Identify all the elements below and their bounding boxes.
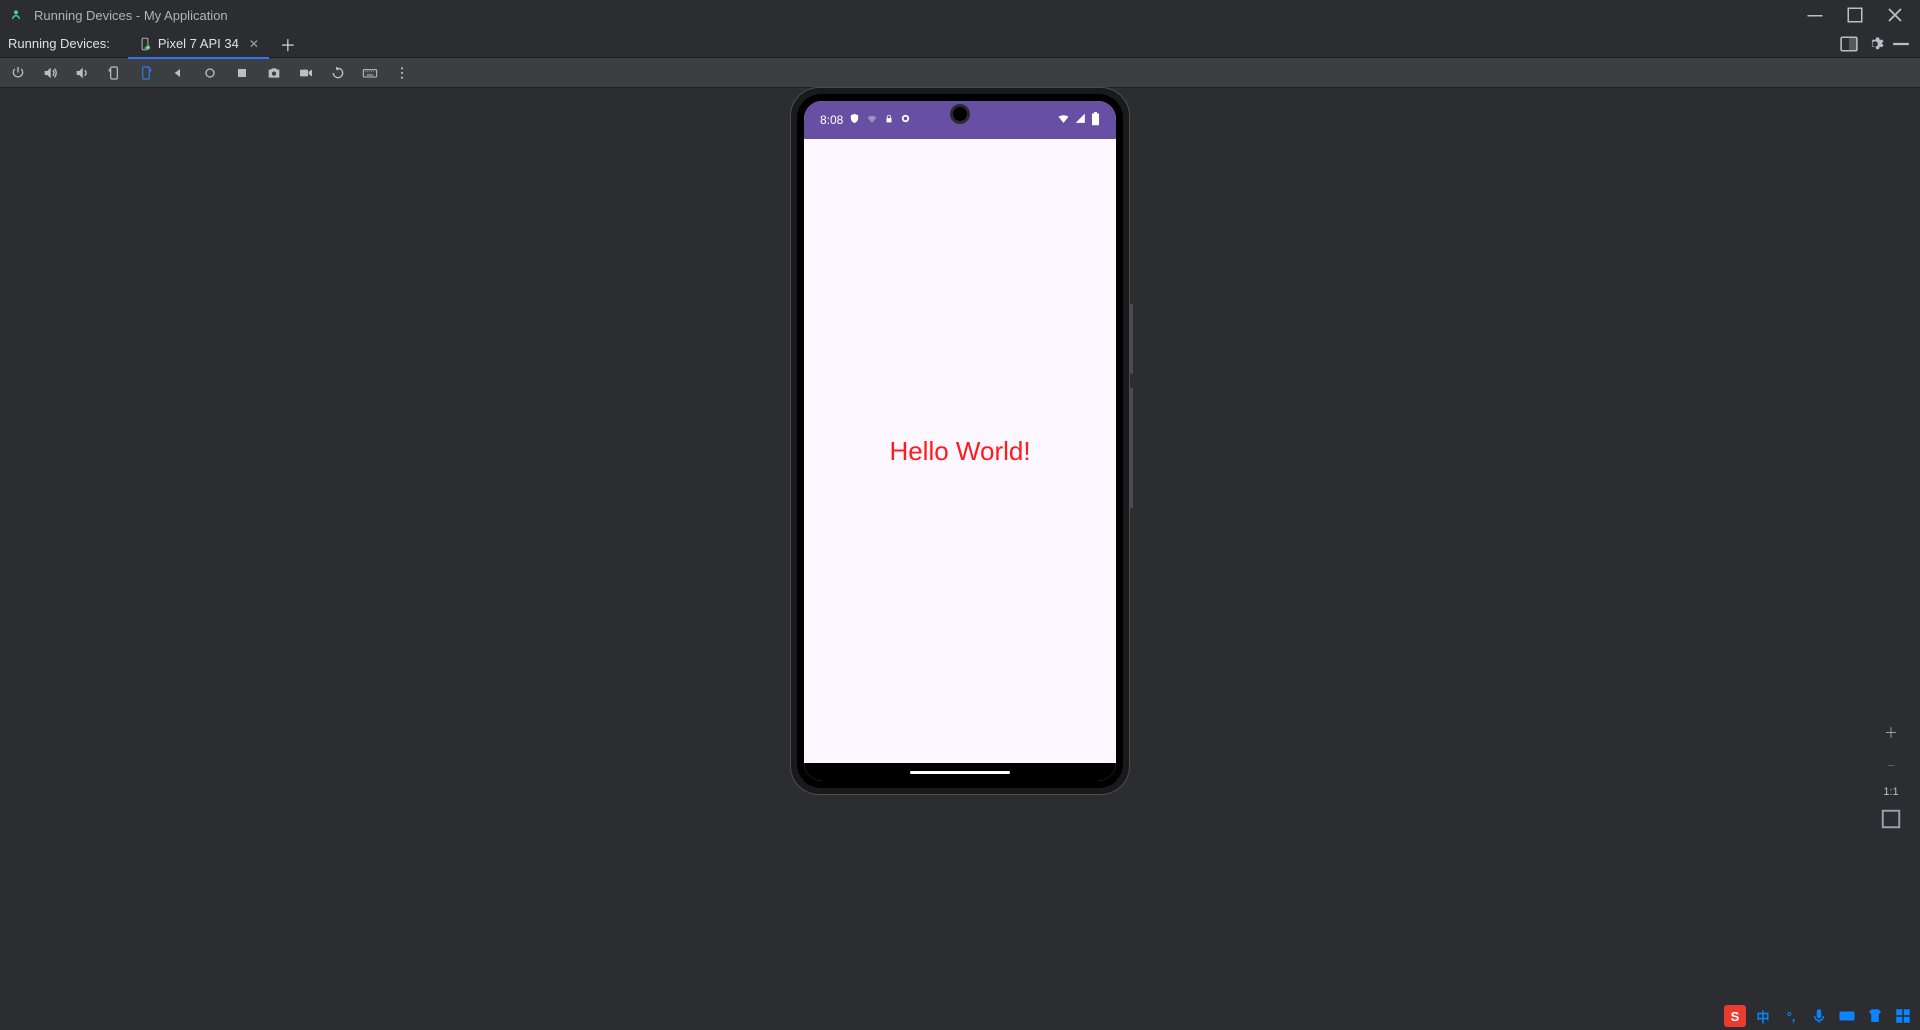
window-title: Running Devices - My Application xyxy=(34,8,228,23)
device-tab-bar: Running Devices: Pixel 7 API 34 ✕ ＋ xyxy=(0,30,1920,58)
volume-down-icon[interactable] xyxy=(72,63,92,83)
settings-icon[interactable] xyxy=(1866,35,1884,53)
camera-cutout xyxy=(950,104,970,124)
overview-icon[interactable] xyxy=(232,63,252,83)
emulator-toolbar xyxy=(0,58,1920,88)
running-devices-label: Running Devices: xyxy=(8,36,110,51)
emulator-viewport: 8:08 Hello World! xyxy=(0,88,1920,1030)
volume-up-icon[interactable] xyxy=(40,63,60,83)
rotate-right-icon[interactable] xyxy=(136,63,156,83)
maximize-button[interactable] xyxy=(1846,6,1864,24)
ime-bar: S 中 °, xyxy=(1718,1002,1920,1030)
status-lock-icon xyxy=(884,113,894,127)
hide-panel-icon[interactable] xyxy=(1892,35,1910,53)
status-shield-icon xyxy=(849,113,860,127)
minimize-button[interactable] xyxy=(1806,6,1824,24)
reset-icon[interactable] xyxy=(328,63,348,83)
app-content: Hello World! xyxy=(804,139,1116,763)
ime-tool-icon[interactable] xyxy=(1892,1005,1914,1027)
back-icon[interactable] xyxy=(168,63,188,83)
power-icon[interactable] xyxy=(8,63,28,83)
zoom-out-button[interactable]: − xyxy=(1880,754,1902,776)
status-battery-icon xyxy=(1091,112,1100,129)
home-icon[interactable] xyxy=(200,63,220,83)
close-button[interactable] xyxy=(1886,6,1904,24)
status-time: 8:08 xyxy=(820,113,843,127)
ime-punct-icon[interactable]: °, xyxy=(1780,1005,1802,1027)
ime-keyboard-icon[interactable] xyxy=(1836,1005,1858,1027)
side-button-1 xyxy=(1130,304,1133,374)
ime-skin-icon[interactable] xyxy=(1864,1005,1886,1027)
ime-mic-icon[interactable] xyxy=(1808,1005,1830,1027)
screenshot-icon[interactable] xyxy=(264,63,284,83)
keyboard-icon[interactable] xyxy=(360,63,380,83)
nav-pill xyxy=(910,771,1010,774)
status-wifi-icon xyxy=(1057,112,1070,128)
zoom-ratio-label[interactable]: 1:1 xyxy=(1883,786,1898,798)
window-mode-icon[interactable] xyxy=(1840,35,1858,53)
status-wifi-off-icon xyxy=(866,113,878,128)
title-bar: Running Devices - My Application xyxy=(0,0,1920,30)
close-tab-icon[interactable]: ✕ xyxy=(249,37,259,51)
zoom-in-button[interactable]: ＋ xyxy=(1880,722,1902,744)
hello-world-text: Hello World! xyxy=(889,436,1030,467)
status-dot-icon xyxy=(900,113,911,127)
status-signal-icon xyxy=(1074,112,1087,128)
phone-icon xyxy=(138,37,152,51)
android-studio-icon xyxy=(8,7,24,23)
android-nav-bar[interactable] xyxy=(804,763,1116,781)
device-frame: 8:08 Hello World! xyxy=(791,88,1129,794)
ime-lang-button[interactable]: 中 xyxy=(1752,1005,1774,1027)
device-screen[interactable]: 8:08 Hello World! xyxy=(804,101,1116,781)
ime-sogou-icon[interactable]: S xyxy=(1724,1005,1746,1027)
zoom-controls: ＋ − 1:1 xyxy=(1880,722,1902,830)
rotate-left-icon[interactable] xyxy=(104,63,124,83)
horizontal-scrollbar[interactable] xyxy=(0,1020,1912,1030)
add-device-tab-button[interactable]: ＋ xyxy=(277,33,299,55)
record-icon[interactable] xyxy=(296,63,316,83)
more-icon[interactable] xyxy=(392,63,412,83)
side-button-2 xyxy=(1130,388,1133,508)
device-tab-pixel7[interactable]: Pixel 7 API 34 ✕ xyxy=(128,30,269,58)
zoom-fit-button[interactable] xyxy=(1880,808,1902,830)
